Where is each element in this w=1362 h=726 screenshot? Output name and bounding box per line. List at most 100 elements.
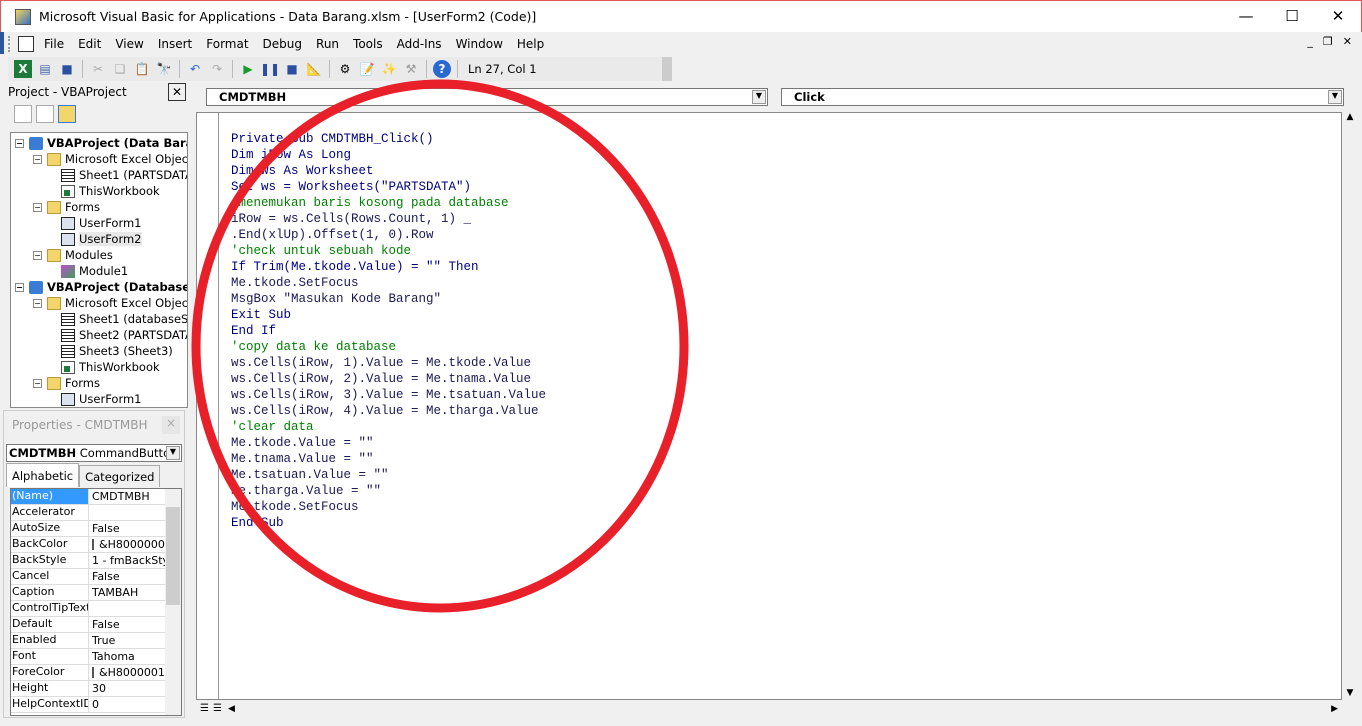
toggle-folders-button[interactable]: [58, 105, 76, 123]
menu-view[interactable]: View: [115, 37, 143, 51]
find-icon[interactable]: 🔭: [155, 60, 173, 78]
margin-indicator-bar[interactable]: [197, 113, 219, 699]
property-value[interactable]: False: [89, 617, 165, 632]
property-value[interactable]: [89, 601, 165, 616]
properties-close-button[interactable]: ×: [162, 416, 180, 434]
code-line[interactable]: Dim ws As Worksheet: [231, 163, 546, 179]
collapse-icon[interactable]: −: [33, 202, 42, 212]
collapse-icon[interactable]: −: [33, 378, 42, 388]
undo-icon[interactable]: ↶: [186, 60, 204, 78]
tree-item[interactable]: Sheet1 (databaseSiswa): [61, 311, 187, 327]
collapse-icon[interactable]: −: [15, 138, 24, 148]
scroll-right-icon[interactable]: ▶: [1331, 704, 1338, 714]
tree-item[interactable]: − Microsoft Excel Objects: [33, 295, 187, 311]
property-value[interactable]: TAMBAH: [89, 585, 165, 600]
code-line[interactable]: Me.tkode.SetFocus: [231, 499, 546, 515]
object-dropdown[interactable]: CMDTMBH ▼: [206, 88, 768, 106]
code-line[interactable]: ws.Cells(iRow, 2).Value = Me.tnama.Value: [231, 371, 546, 387]
object-browser-icon[interactable]: ✨: [380, 60, 398, 78]
property-row[interactable]: Caption TAMBAH: [11, 585, 181, 601]
collapse-icon[interactable]: −: [33, 250, 42, 260]
property-row[interactable]: AutoSize False: [11, 521, 181, 537]
property-value[interactable]: &H8000000F&: [89, 537, 165, 552]
property-row[interactable]: Default False: [11, 617, 181, 633]
property-value[interactable]: 30: [89, 681, 165, 696]
design-mode-icon[interactable]: 📐: [305, 60, 323, 78]
code-line[interactable]: 'copy data ke database: [231, 339, 546, 355]
tree-item[interactable]: Sheet3 (Sheet3): [61, 343, 173, 359]
close-button[interactable]: ✕: [1315, 1, 1361, 31]
tree-item[interactable]: UserForm2: [61, 231, 142, 247]
mdi-close-button[interactable]: ✕: [1343, 35, 1352, 48]
property-row[interactable]: (Name) CMDTMBH: [11, 489, 181, 505]
horizontal-scrollbar[interactable]: ☰ ☰ ◀ ▶: [196, 700, 1342, 717]
code-line[interactable]: Me.tsatuan.Value = "": [231, 467, 546, 483]
code-line[interactable]: Set ws = Worksheets("PARTSDATA"): [231, 179, 546, 195]
code-lines[interactable]: Private Sub CMDTMBH_Click() Dim iRow As L…: [231, 131, 546, 531]
code-editor[interactable]: Private Sub CMDTMBH_Click() Dim iRow As L…: [196, 112, 1342, 700]
tree-item[interactable]: − VBAProject (Data Barang.xlsm): [15, 135, 187, 151]
property-value[interactable]: False: [89, 569, 165, 584]
tree-item[interactable]: UserForm1: [61, 391, 142, 407]
property-row[interactable]: BackStyle1 - fmBackStyleOpaque: [11, 553, 181, 569]
procedure-dropdown[interactable]: Click ▼: [781, 88, 1344, 106]
procedure-view-button[interactable]: ☰: [200, 703, 209, 714]
code-line[interactable]: Me.tharga.Value = "": [231, 483, 546, 499]
code-line[interactable]: Private Sub CMDTMBH_Click(): [231, 131, 546, 147]
code-line[interactable]: Me.tnama.Value = "": [231, 451, 546, 467]
code-window-icon[interactable]: [18, 36, 34, 52]
cut-icon[interactable]: ✂: [89, 60, 107, 78]
code-line[interactable]: MsgBox "Masukan Kode Barang": [231, 291, 546, 307]
object-selector[interactable]: CMDTMBH CommandButton ▼: [6, 444, 182, 462]
mdi-restore-button[interactable]: ❐: [1323, 35, 1333, 48]
view-code-button[interactable]: [14, 105, 32, 123]
redo-icon[interactable]: ↷: [208, 60, 226, 78]
menu-insert[interactable]: Insert: [158, 37, 192, 51]
property-row[interactable]: ControlTipText: [11, 601, 181, 617]
scroll-left-icon[interactable]: ◀: [228, 704, 235, 714]
property-value[interactable]: [89, 505, 165, 520]
maximize-button[interactable]: ☐: [1269, 1, 1315, 31]
tree-item[interactable]: − Forms: [33, 199, 100, 215]
view-object-button[interactable]: [36, 105, 54, 123]
tree-item[interactable]: Sheet1 (PARTSDATA): [61, 167, 187, 183]
menu-tools[interactable]: Tools: [353, 37, 383, 51]
property-value[interactable]: 1 - fmBackStyleOpaque: [89, 553, 165, 568]
collapse-icon[interactable]: −: [33, 298, 42, 308]
menu-grip[interactable]: [8, 36, 12, 52]
project-explorer-icon[interactable]: ⚙: [336, 60, 354, 78]
full-module-view-button[interactable]: ☰: [213, 703, 222, 714]
code-line[interactable]: Exit Sub: [231, 307, 546, 323]
code-line[interactable]: ws.Cells(iRow, 1).Value = Me.tkode.Value: [231, 355, 546, 371]
properties-window-icon[interactable]: 📝: [358, 60, 376, 78]
menu-debug[interactable]: Debug: [263, 37, 302, 51]
menu-run[interactable]: Run: [316, 37, 339, 51]
code-line[interactable]: End Sub: [231, 515, 546, 531]
save-icon[interactable]: ■: [58, 60, 76, 78]
code-line[interactable]: 'menemukan baris kosong pada database: [231, 195, 546, 211]
property-row[interactable]: Accelerator: [11, 505, 181, 521]
code-line[interactable]: ws.Cells(iRow, 4).Value = Me.tharga.Valu…: [231, 403, 546, 419]
excel-icon[interactable]: X: [14, 60, 32, 78]
code-line[interactable]: Dim iRow As Long: [231, 147, 546, 163]
collapse-icon[interactable]: −: [15, 282, 24, 292]
tree-item[interactable]: − VBAProject (DatabaseSiswa): [15, 279, 187, 295]
tree-item[interactable]: ThisWorkbook: [61, 359, 160, 375]
tree-item[interactable]: − Forms: [33, 375, 100, 391]
code-line[interactable]: iRow = ws.Cells(Rows.Count, 1) _: [231, 211, 546, 227]
tree-item[interactable]: − Microsoft Excel Objects: [33, 151, 187, 167]
insert-userform-icon[interactable]: ▤: [36, 60, 54, 78]
property-row[interactable]: Enabled True: [11, 633, 181, 649]
reset-icon[interactable]: ■: [283, 60, 301, 78]
property-value[interactable]: True: [89, 633, 165, 648]
collapse-icon[interactable]: −: [33, 154, 42, 164]
property-value[interactable]: Tahoma: [89, 649, 165, 664]
menu-format[interactable]: Format: [206, 37, 248, 51]
tree-item[interactable]: Sheet2 (PARTSDATA): [61, 327, 187, 343]
properties-scrollbar[interactable]: [165, 489, 181, 715]
project-close-button[interactable]: ✕: [168, 83, 186, 101]
tree-item[interactable]: − Modules: [33, 247, 113, 263]
chevron-down-icon[interactable]: ▼: [1328, 90, 1342, 104]
mdi-minimize-button[interactable]: _: [1307, 35, 1313, 48]
code-line[interactable]: Me.tkode.SetFocus: [231, 275, 546, 291]
